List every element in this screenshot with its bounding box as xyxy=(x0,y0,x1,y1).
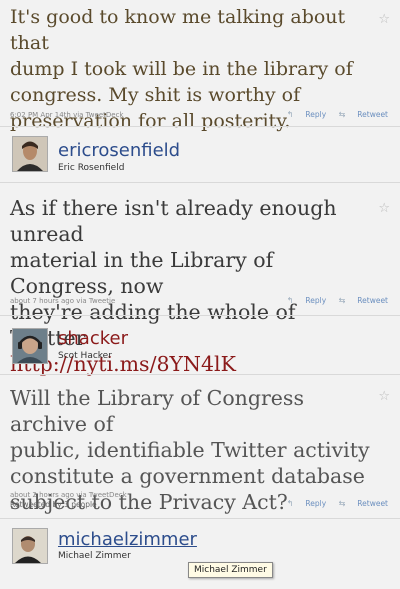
tweet-actions: ↰ Reply ⇆ Retweet xyxy=(277,296,388,305)
retweet-button[interactable]: ⇆ Retweet xyxy=(339,499,388,508)
avatar[interactable] xyxy=(12,136,48,172)
tooltip: Michael Zimmer xyxy=(188,562,273,578)
reply-icon: ↰ xyxy=(286,296,294,305)
retweeted-by[interactable]: Retweeted by 3 people xyxy=(10,500,97,509)
full-name: Michael Zimmer xyxy=(58,551,131,561)
tweet-1: It's good to know me talking about that … xyxy=(0,0,400,132)
tweet-meta: about 7 hours ago via Tweetie xyxy=(10,297,116,305)
reply-button[interactable]: ↰ Reply xyxy=(287,499,326,508)
tweet-actions: ↰ Reply ⇆ Retweet xyxy=(277,110,388,119)
reply-icon: ↰ xyxy=(286,499,294,508)
retweet-icon: ⇆ xyxy=(338,499,346,508)
author-shacker: shacker Scot Hacker xyxy=(0,318,400,368)
favorite-star-icon[interactable]: ☆ xyxy=(378,201,390,216)
reply-button[interactable]: ↰ Reply xyxy=(287,296,326,305)
full-name: Scot Hacker xyxy=(58,351,112,361)
divider xyxy=(0,126,400,127)
avatar[interactable] xyxy=(12,328,48,364)
screen-name-link[interactable]: shacker xyxy=(58,328,128,349)
tweet-meta: about 2 hours ago via TweetDeck xyxy=(10,491,127,499)
divider xyxy=(0,518,400,519)
tweet-actions: ↰ Reply ⇆ Retweet xyxy=(277,499,388,508)
divider xyxy=(0,315,400,316)
tweet-2: As if there isn't already enough unread … xyxy=(0,183,400,376)
retweet-button[interactable]: ⇆ Retweet xyxy=(339,110,388,119)
reply-icon: ↰ xyxy=(286,110,294,119)
favorite-star-icon[interactable]: ☆ xyxy=(378,389,390,404)
favorite-star-icon[interactable]: ☆ xyxy=(378,12,390,27)
tweet-3: Will the Library of Congress archive of … xyxy=(0,375,400,515)
screen-name-link[interactable]: michaelzimmer xyxy=(58,529,197,550)
retweet-icon: ⇆ xyxy=(338,110,346,119)
tweet-meta: 6:02 PM Apr 14th via TweetDeck xyxy=(10,111,124,119)
reply-button[interactable]: ↰ Reply xyxy=(287,110,326,119)
avatar[interactable] xyxy=(12,528,48,564)
retweet-button[interactable]: ⇆ Retweet xyxy=(339,296,388,305)
retweet-icon: ⇆ xyxy=(338,296,346,305)
full-name: Eric Rosenfield xyxy=(58,163,125,173)
author-ericrosenfield: ericrosenfield Eric Rosenfield xyxy=(0,130,400,180)
screen-name-link[interactable]: ericrosenfield xyxy=(58,140,180,161)
